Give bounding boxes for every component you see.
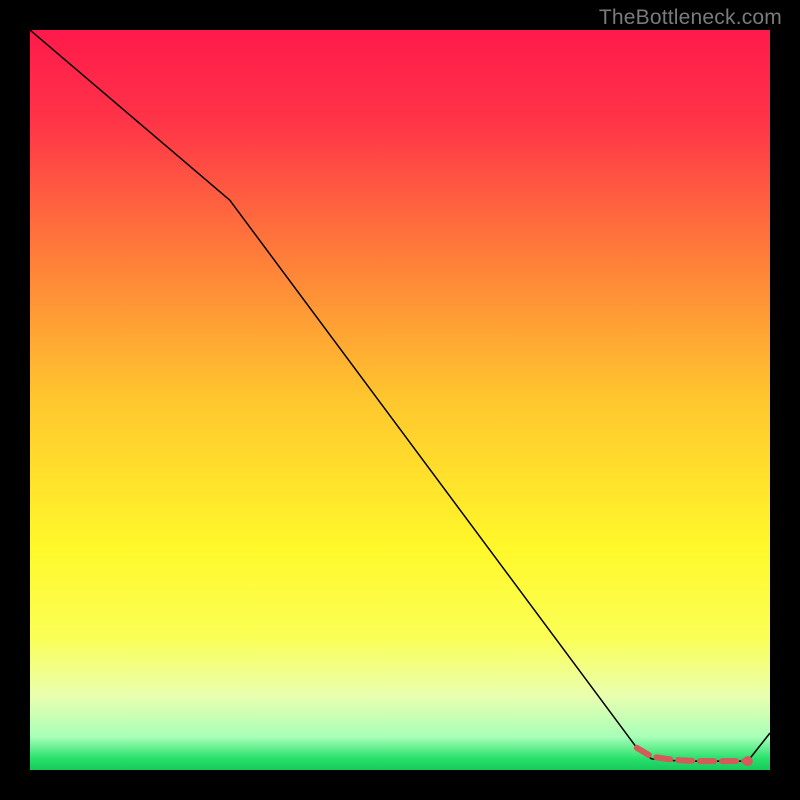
- plot-area: [30, 30, 770, 770]
- watermark-text: TheBottleneck.com: [599, 6, 782, 30]
- chart-svg: [30, 30, 770, 770]
- chart-stage: TheBottleneck.com: [0, 0, 800, 800]
- gradient-background: [30, 30, 770, 770]
- highlight-end-dot: [743, 756, 753, 766]
